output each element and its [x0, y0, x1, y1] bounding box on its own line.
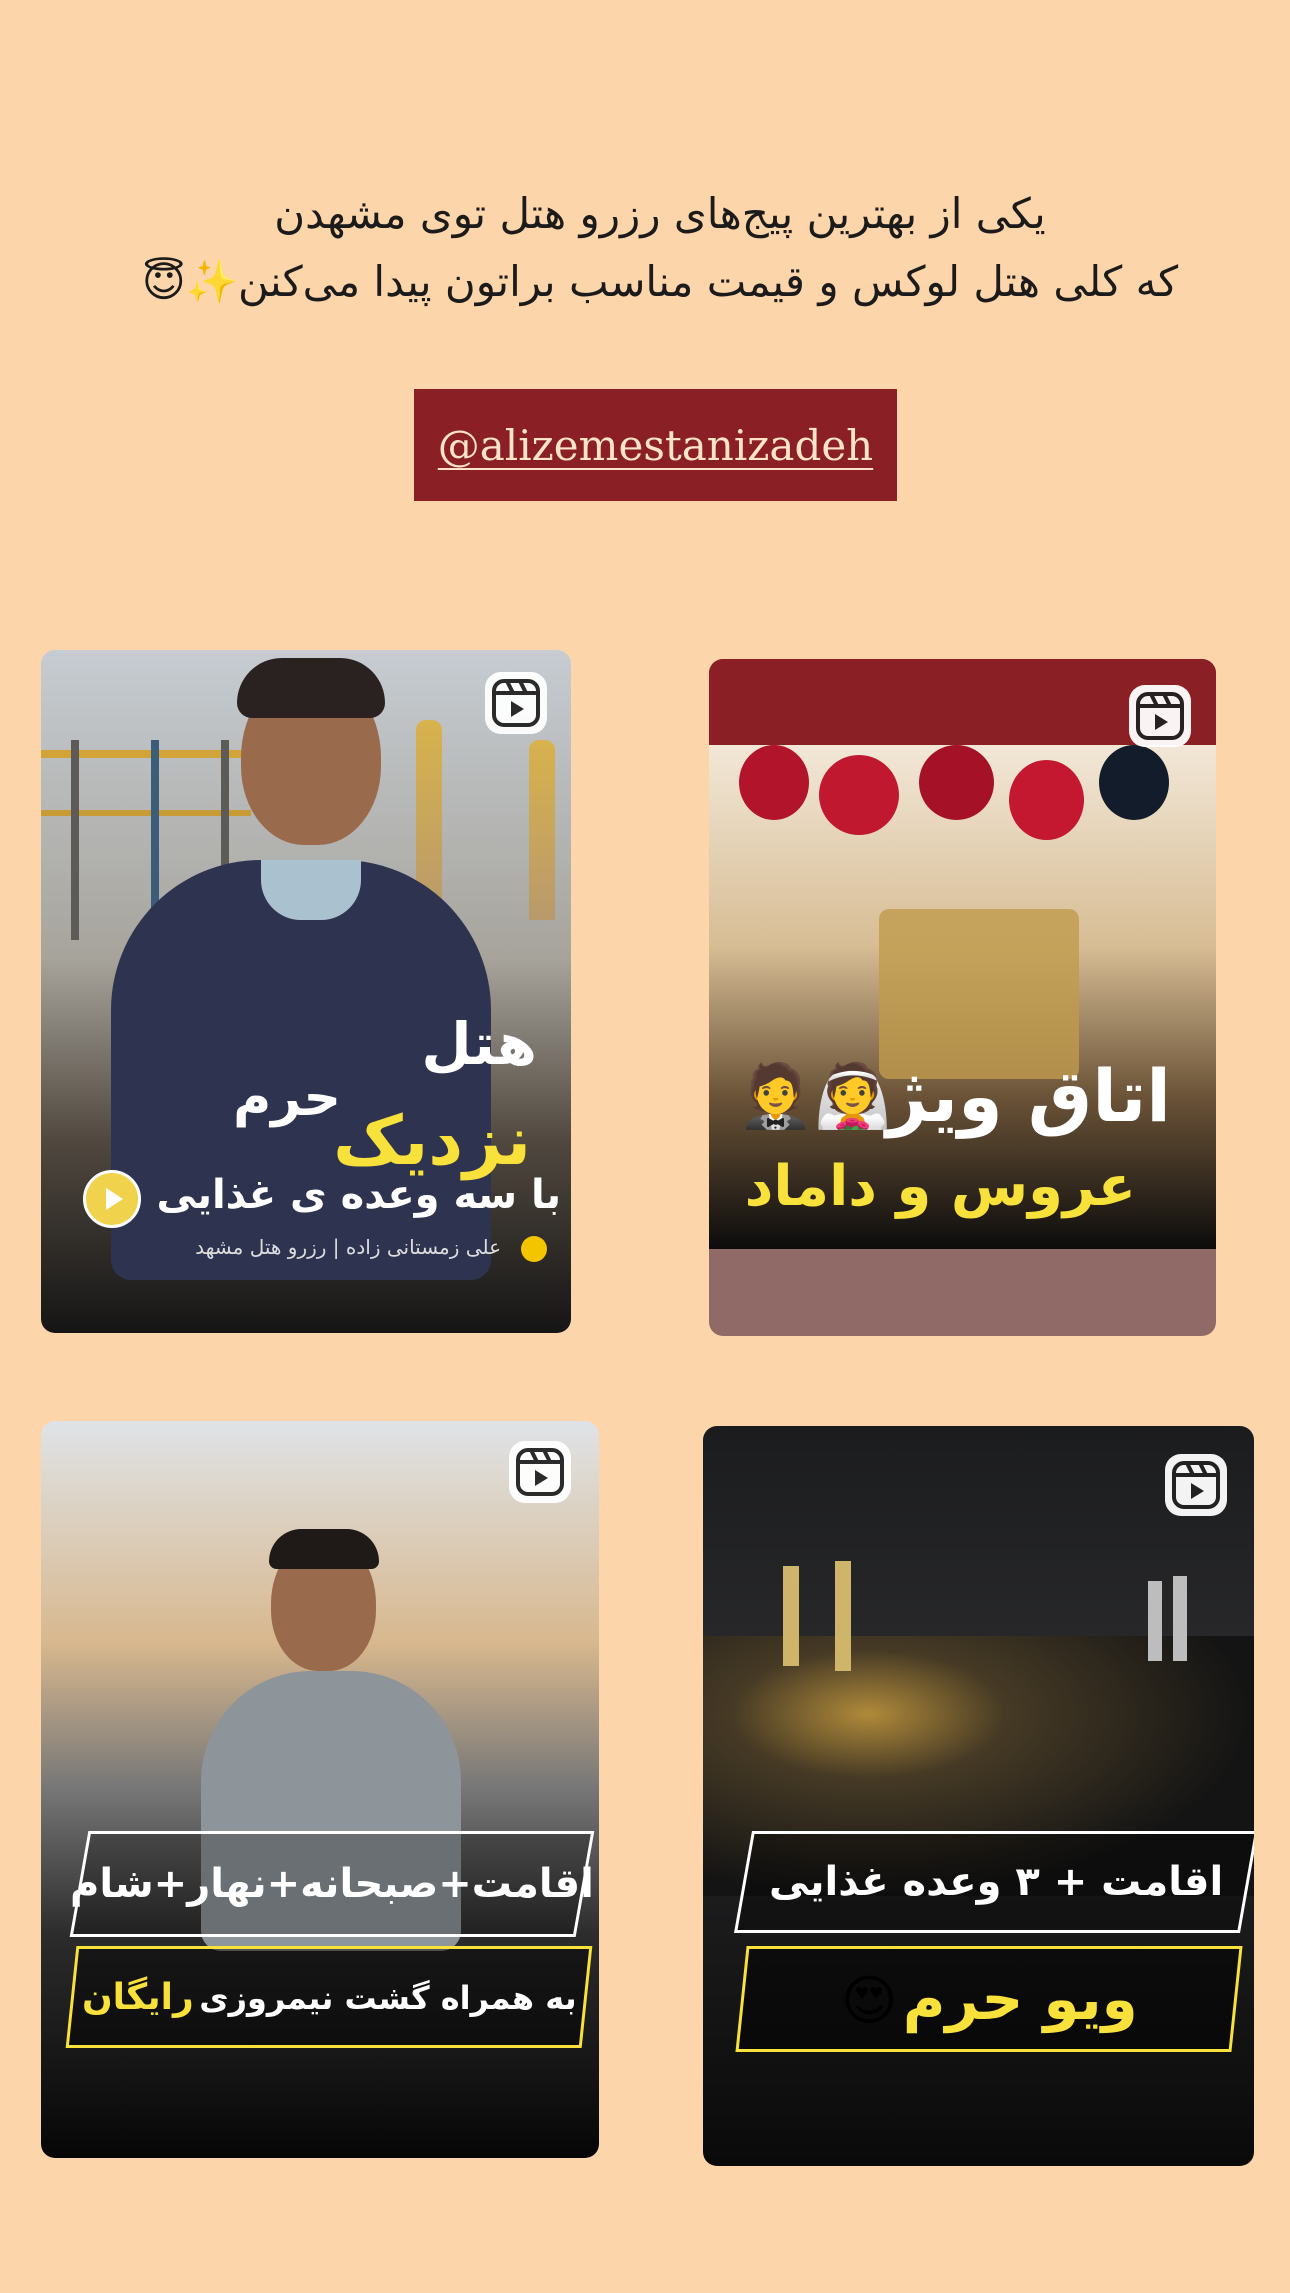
post-card-3[interactable]: اقامت+صبحانه+نهار+شام به همراه گشت نیمرو…	[41, 1421, 599, 2158]
overlay-banner-2: ویو حرم 😍	[735, 1946, 1243, 2052]
post-subtitle: عروس و داماد	[744, 1154, 1136, 1219]
post-footer: علی زمستانی زاده | رزرو هتل مشهد	[195, 1235, 501, 1259]
minaret-image	[1148, 1581, 1162, 1661]
reels-icon[interactable]	[1165, 1454, 1227, 1516]
overlay-banner-2: به همراه گشت نیمروزی رایگان	[65, 1946, 593, 2048]
person-collar	[261, 860, 361, 920]
minaret-image	[835, 1561, 851, 1671]
post-subtitle: با سه وعده ی غذایی	[156, 1172, 561, 1218]
balloons-image	[739, 745, 1189, 855]
caption-line-2: که کلی هتل لوکس و قیمت مناسب براتون پیدا…	[141, 257, 1179, 306]
banner-2-emoji: 😍	[840, 1969, 897, 2032]
post-title-word: حرم	[233, 1068, 341, 1128]
banner-1-text: اقامت + ۳ وعده غذایی	[768, 1859, 1224, 1905]
mention-text[interactable]: @alizemestanizadeh	[438, 421, 873, 470]
banner-2-highlight: رایگان	[81, 1976, 194, 2018]
minaret-image	[783, 1566, 799, 1666]
person-hair	[269, 1529, 379, 1569]
overlay-banner-1: اقامت + ۳ وعده غذایی	[734, 1831, 1254, 1933]
story-caption: یکی از بهترین پیج‌های رزرو هتل توی مشهدن…	[90, 180, 1230, 316]
post-card-1[interactable]: هتل حرم نزدیک با سه وعده ی غذایی علی زمس…	[41, 650, 571, 1333]
minaret-image	[529, 740, 555, 920]
sun-badge-icon	[521, 1236, 547, 1262]
post-title: اتاق ویژه	[843, 1054, 1171, 1138]
post-emoji: 👰🤵	[737, 1059, 892, 1132]
post-title-line-2: نزدیک	[333, 1102, 531, 1181]
overlay-banner-1: اقامت+صبحانه+نهار+شام	[69, 1831, 595, 1937]
banner-2-prefix: به همراه گشت نیمروزی	[198, 1978, 577, 2017]
minaret-image	[1173, 1576, 1187, 1661]
caption-line-1: یکی از بهترین پیج‌های رزرو هتل توی مشهدن	[274, 189, 1046, 238]
post-card-4[interactable]: اقامت + ۳ وعده غذایی ویو حرم 😍	[703, 1426, 1254, 2166]
banner-2-text: ویو حرم	[902, 1965, 1138, 2033]
post-card-2[interactable]: اتاق ویژه 👰🤵 عروس و داماد	[709, 659, 1216, 1336]
reels-icon[interactable]	[485, 672, 547, 734]
post-title-line-1: هتل	[421, 1010, 537, 1078]
banner-1-text: اقامت+صبحانه+نهار+شام	[70, 1861, 594, 1907]
reels-icon[interactable]	[509, 1441, 571, 1503]
play-circle-icon[interactable]	[83, 1170, 141, 1228]
reels-icon[interactable]	[1129, 685, 1191, 747]
mention-sticker[interactable]: @alizemestanizadeh	[414, 389, 897, 501]
person-hair	[237, 658, 385, 718]
